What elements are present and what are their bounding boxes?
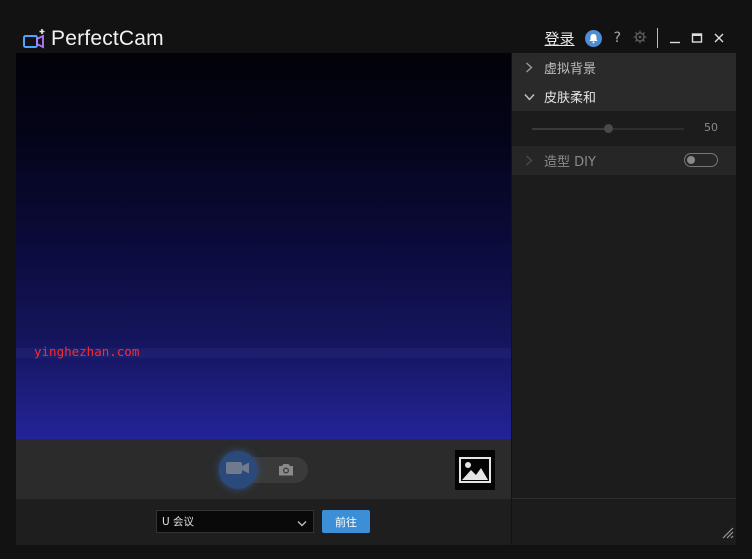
- maximize-icon[interactable]: [690, 31, 704, 45]
- slider-fill: [532, 128, 608, 130]
- toggle-knob: [687, 156, 695, 164]
- camera-preview: [16, 53, 511, 439]
- app-logo: PerfectCam: [23, 26, 164, 52]
- chevron-right-icon: [522, 155, 536, 166]
- camera-icon[interactable]: [277, 462, 295, 481]
- go-button[interactable]: 前往: [322, 510, 370, 533]
- login-link[interactable]: 登录: [545, 28, 575, 49]
- perfectcam-logo-icon: [23, 28, 49, 50]
- slider-handle[interactable]: [604, 124, 613, 133]
- skin-smoothing-value: 50: [704, 121, 718, 134]
- panel-divider: [512, 498, 736, 499]
- skin-smoothing-slider[interactable]: [532, 124, 684, 133]
- video-mode-button[interactable]: [219, 451, 257, 489]
- resize-grip-icon[interactable]: [720, 524, 734, 543]
- style-diy-toggle[interactable]: [684, 153, 718, 167]
- window-controls: 登录 ?: [545, 27, 752, 49]
- skin-smoothing-row[interactable]: 皮肤柔和: [512, 82, 736, 111]
- video-camera-icon: [225, 460, 251, 480]
- virtual-background-row[interactable]: 虚拟背景: [512, 53, 736, 82]
- bottom-bar: U 会议 前往: [16, 499, 511, 545]
- app-title: PerfectCam: [51, 27, 164, 50]
- capture-control-bar: [16, 439, 511, 499]
- help-button[interactable]: ?: [614, 30, 621, 46]
- effects-panel: 虚拟背景 皮肤柔和 50 造型 DIY: [512, 53, 736, 545]
- bell-icon[interactable]: [584, 29, 602, 47]
- skin-smoothing-label: 皮肤柔和: [544, 91, 597, 106]
- virtual-background-label: 虚拟背景: [544, 62, 597, 77]
- image-gallery-icon[interactable]: [455, 450, 495, 490]
- style-diy-label: 造型 DIY: [544, 155, 596, 170]
- gear-icon[interactable]: [633, 29, 647, 48]
- minimize-icon[interactable]: [668, 31, 682, 45]
- meeting-app-select-value: U 会议: [162, 516, 195, 528]
- chevron-down-icon: [297, 512, 307, 531]
- meeting-app-select[interactable]: U 会议: [156, 510, 314, 533]
- close-icon[interactable]: [712, 31, 726, 45]
- title-separator: [657, 28, 658, 48]
- capture-mode-toggle[interactable]: [219, 451, 308, 489]
- watermark-text: yinghezhan.com: [34, 344, 140, 359]
- title-bar: PerfectCam 登录 ?: [0, 0, 752, 52]
- skin-smoothing-slider-row: 50: [512, 111, 736, 146]
- style-diy-row[interactable]: 造型 DIY: [512, 146, 736, 175]
- chevron-right-icon: [522, 62, 536, 73]
- chevron-down-icon: [522, 93, 536, 101]
